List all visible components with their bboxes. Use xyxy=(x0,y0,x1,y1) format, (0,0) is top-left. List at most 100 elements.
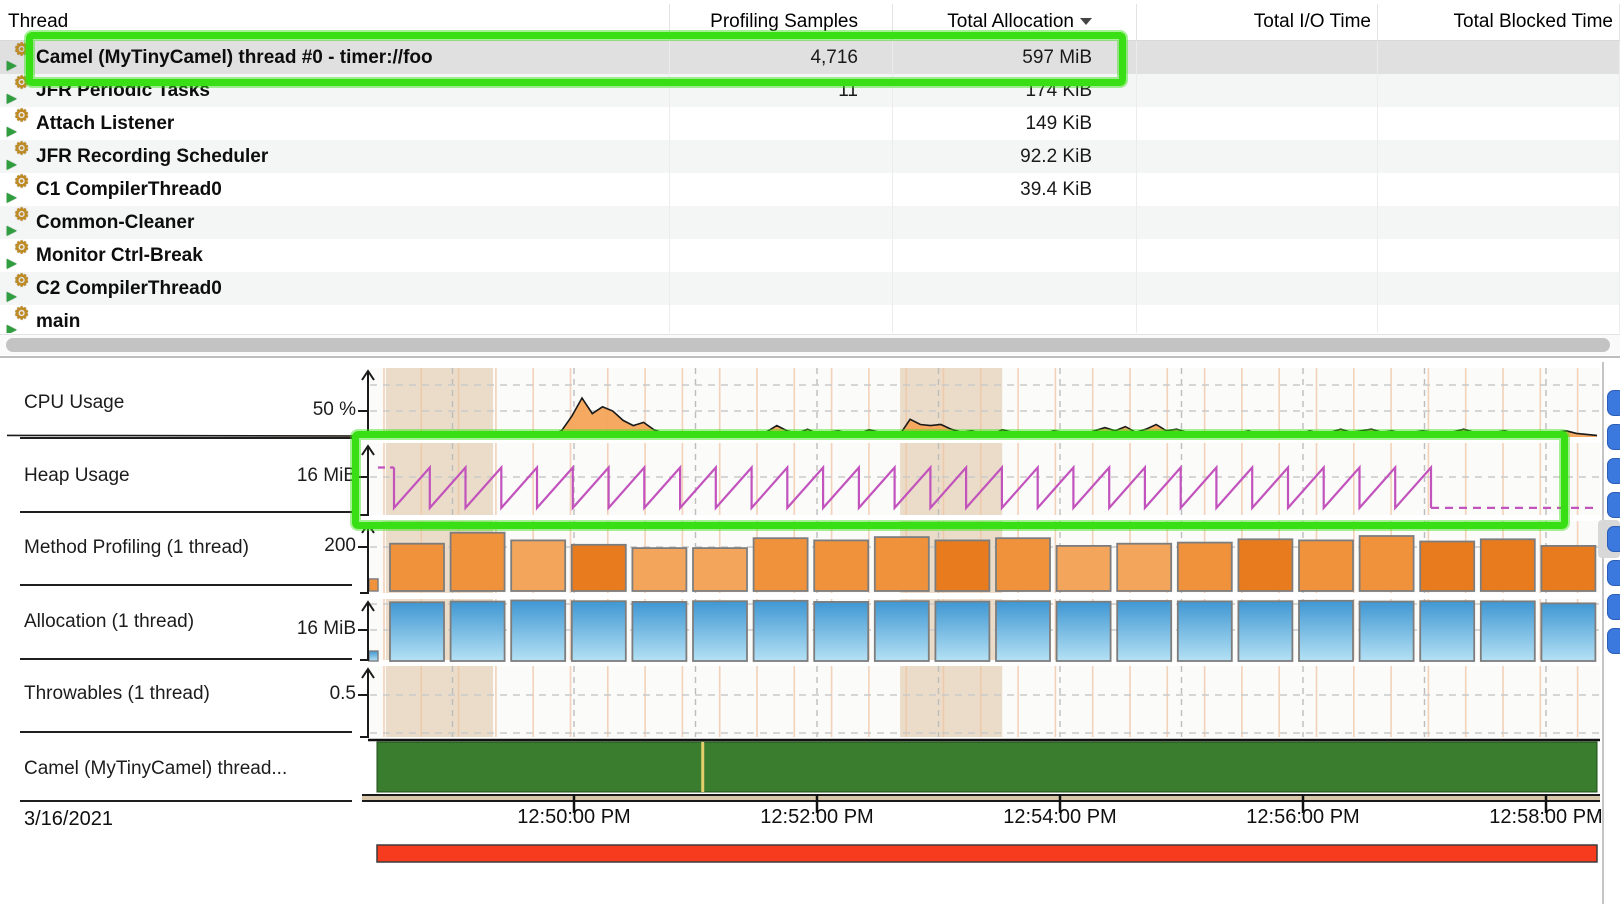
lane-separator xyxy=(20,584,352,586)
gear-icon: ⚙ xyxy=(14,239,29,256)
thread-table-panel: ThreadProfiling SamplesTotal AllocationT… xyxy=(0,0,1620,358)
time-range-bar[interactable] xyxy=(377,845,1597,862)
thread-icon: ⚙▶ xyxy=(6,45,32,71)
cell-samples xyxy=(670,140,893,173)
time-tick-label-2: 12:54:00 PM xyxy=(975,806,1145,829)
running-triangle-icon: ▶ xyxy=(7,224,16,236)
table-row-6[interactable]: ⚙▶Monitor Ctrl-Break xyxy=(0,239,1620,272)
thread-name: JFR Periodic Tasks xyxy=(36,74,210,107)
table-row-1[interactable]: ⚙▶JFR Periodic Tasks11174 KiB xyxy=(0,74,1620,107)
cell-allocation: 174 KiB xyxy=(893,74,1137,107)
gear-icon: ⚙ xyxy=(14,272,29,289)
lane-button-3[interactable] xyxy=(1607,492,1620,518)
cell-blocked xyxy=(1378,206,1620,239)
column-header-total-allocation[interactable]: Total Allocation xyxy=(893,4,1137,40)
gear-icon: ⚙ xyxy=(14,140,29,157)
table-horizontal-scrollbar[interactable] xyxy=(0,334,1620,355)
lane-button-7[interactable] xyxy=(1607,628,1620,654)
column-header-thread[interactable]: Thread xyxy=(0,4,670,40)
lane-button-1[interactable] xyxy=(1607,424,1620,450)
thread-name: JFR Recording Scheduler xyxy=(36,140,268,173)
gear-icon: ⚙ xyxy=(14,206,29,223)
lane-button-5[interactable] xyxy=(1607,560,1620,586)
lane-button-0[interactable] xyxy=(1607,390,1620,416)
cell-blocked xyxy=(1378,107,1620,140)
lane-tick-label-3: 16 MiB xyxy=(236,618,356,642)
cell-io xyxy=(1137,272,1378,305)
lane-button-4[interactable] xyxy=(1607,526,1620,552)
time-tick-label-3: 12:56:00 PM xyxy=(1218,806,1388,829)
cell-blocked xyxy=(1378,173,1620,206)
thread-name: Camel (MyTinyCamel) thread #0 - timer://… xyxy=(36,41,433,74)
cell-allocation: 149 KiB xyxy=(893,107,1137,140)
time-tick-label-1: 12:52:00 PM xyxy=(732,806,902,829)
cell-io xyxy=(1137,107,1378,140)
thread-name: Monitor Ctrl-Break xyxy=(36,239,203,272)
thread-icon: ⚙▶ xyxy=(6,276,32,302)
column-header-profiling-samples[interactable]: Profiling Samples xyxy=(670,4,893,40)
lane-separator xyxy=(20,511,352,513)
cell-allocation xyxy=(893,239,1137,272)
cell-blocked xyxy=(1378,140,1620,173)
timeline-panel[interactable]: CPU Usage50 %Heap Usage16 MiBMethod Prof… xyxy=(0,358,1620,904)
time-tick-label-4: 12:58:00 PM xyxy=(1461,806,1602,829)
cell-blocked xyxy=(1378,74,1620,107)
table-row-7[interactable]: ⚙▶C2 CompilerThread0 xyxy=(0,272,1620,305)
table-row-8[interactable]: ⚙▶main xyxy=(0,305,1620,333)
cell-blocked xyxy=(1378,305,1620,333)
column-header-total-i-o-time[interactable]: Total I/O Time xyxy=(1137,4,1378,40)
cell-samples xyxy=(670,107,893,140)
cell-io xyxy=(1137,74,1378,107)
table-row-4[interactable]: ⚙▶C1 CompilerThread039.4 KiB xyxy=(0,173,1620,206)
lane-button-6[interactable] xyxy=(1607,594,1620,620)
cell-samples xyxy=(670,305,893,333)
time-tick-label-0: 12:50:00 PM xyxy=(489,806,659,829)
running-triangle-icon: ▶ xyxy=(7,290,16,302)
thread-name: C1 CompilerThread0 xyxy=(36,173,222,206)
table-row-0[interactable]: ⚙▶Camel (MyTinyCamel) thread #0 - timer:… xyxy=(0,41,1620,74)
lane-separator xyxy=(20,800,352,802)
lane-tick-label-2: 200 xyxy=(236,535,356,559)
table-row-5[interactable]: ⚙▶Common-Cleaner xyxy=(0,206,1620,239)
thread-icon: ⚙▶ xyxy=(6,177,32,203)
table-row-3[interactable]: ⚙▶JFR Recording Scheduler92.2 KiB xyxy=(0,140,1620,173)
table-row-2[interactable]: ⚙▶Attach Listener149 KiB xyxy=(0,107,1620,140)
cell-io xyxy=(1137,206,1378,239)
profiler-threads-view: ThreadProfiling SamplesTotal AllocationT… xyxy=(0,0,1620,904)
cell-blocked xyxy=(1378,272,1620,305)
thread-icon: ⚙▶ xyxy=(6,144,32,170)
cell-io xyxy=(1137,305,1378,333)
lane-button-2[interactable] xyxy=(1607,458,1620,484)
gear-icon: ⚙ xyxy=(14,107,29,124)
running-triangle-icon: ▶ xyxy=(7,323,16,334)
cell-allocation xyxy=(893,272,1137,305)
lane-separator xyxy=(20,731,352,733)
running-triangle-icon: ▶ xyxy=(7,125,16,137)
cell-samples: 4,716 xyxy=(670,41,893,74)
thread-icon: ⚙▶ xyxy=(6,210,32,236)
thread-name: C2 CompilerThread0 xyxy=(36,272,222,305)
cell-samples: 11 xyxy=(670,74,893,107)
thread-name: main xyxy=(36,305,80,333)
thread-name: Common-Cleaner xyxy=(36,206,194,239)
time-axis-labels: 12:50:00 PM 12:52:00 PM 12:54:00 PM 12:56:0… xyxy=(0,806,1602,836)
gear-icon: ⚙ xyxy=(14,41,29,58)
lane-tick-label-0: 50 % xyxy=(236,399,356,423)
thread-icon: ⚙▶ xyxy=(6,309,32,334)
lane-label-5: Camel (MyTinyCamel) thread... xyxy=(24,758,354,784)
cell-samples xyxy=(670,239,893,272)
lane-separator xyxy=(20,437,352,439)
scrollbar-thumb[interactable] xyxy=(6,338,1610,352)
date-label: 3/16/2021 xyxy=(24,808,113,831)
cell-io xyxy=(1137,140,1378,173)
running-triangle-icon: ▶ xyxy=(7,158,16,170)
column-header-total-blocked-time[interactable]: Total Blocked Time xyxy=(1378,4,1620,40)
cell-io xyxy=(1137,239,1378,272)
cell-allocation xyxy=(893,305,1137,333)
gear-icon: ⚙ xyxy=(14,305,29,322)
cell-io xyxy=(1137,41,1378,74)
sort-desc-icon xyxy=(1080,18,1092,25)
cell-samples xyxy=(670,206,893,239)
thread-table-header: ThreadProfiling SamplesTotal AllocationT… xyxy=(0,4,1620,41)
running-triangle-icon: ▶ xyxy=(7,59,16,71)
